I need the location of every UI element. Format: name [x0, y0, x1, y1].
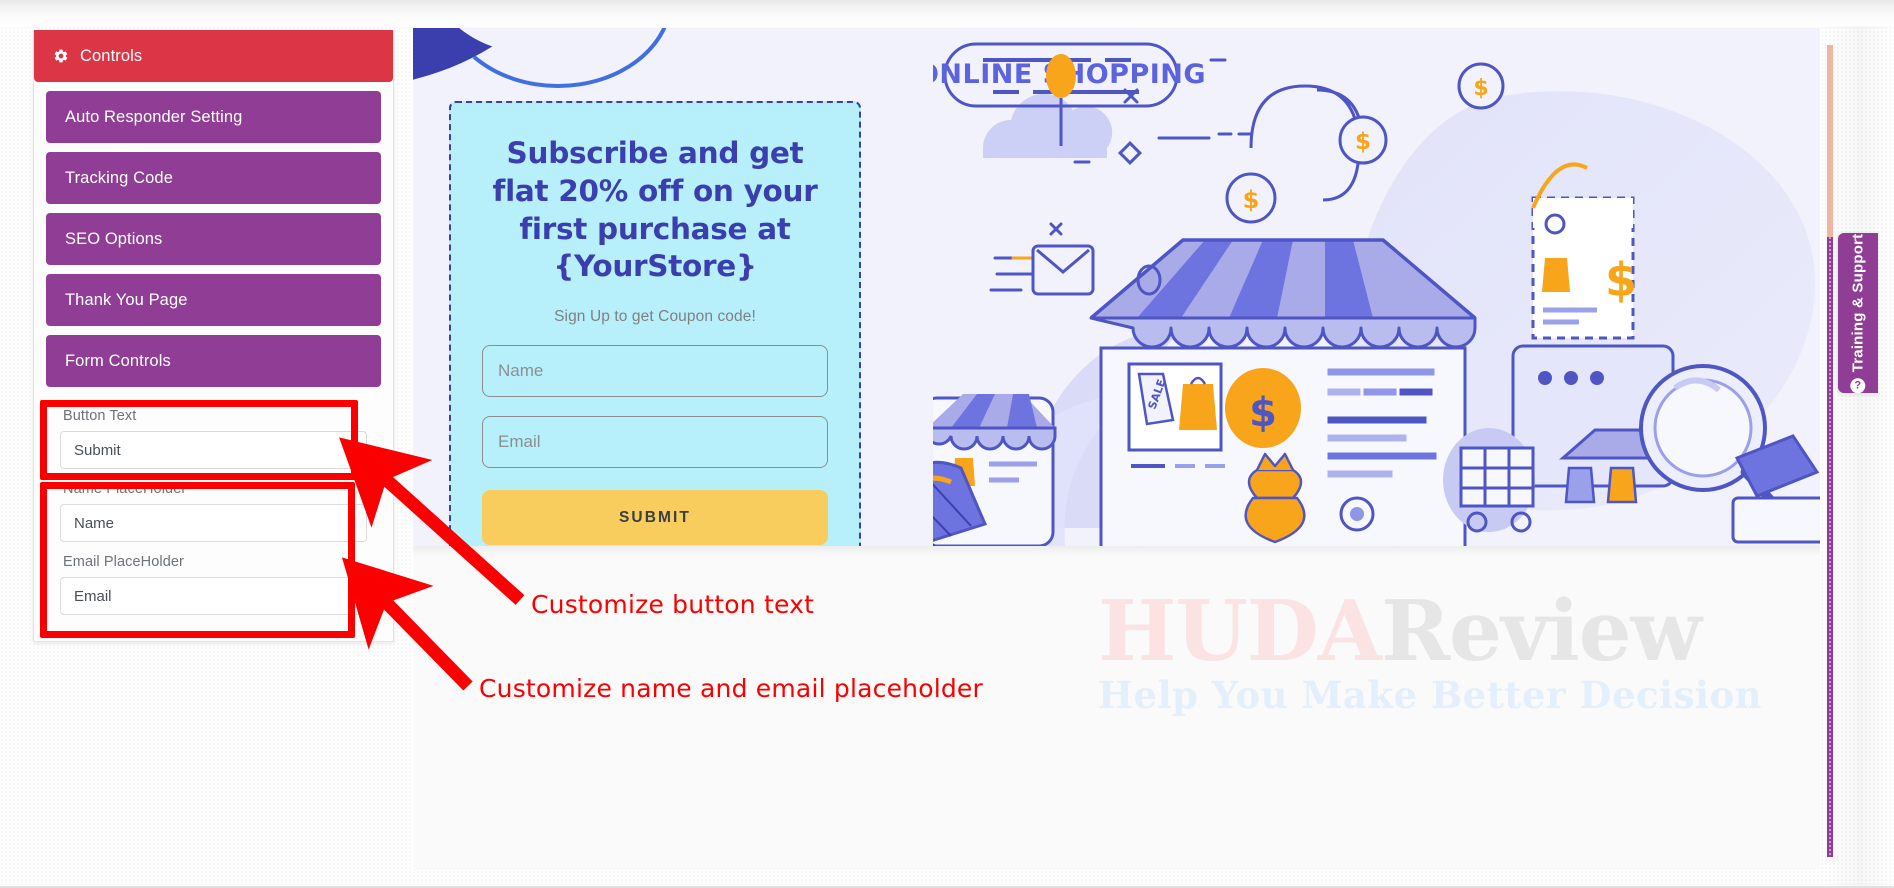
training-support-tab[interactable]: ? Training & Support [1838, 233, 1878, 393]
svg-text:$: $ [1243, 186, 1260, 214]
preview-name-input[interactable]: Name [482, 345, 828, 397]
sidebar-item-thank-you-page[interactable]: Thank You Page [46, 274, 381, 326]
name-placeholder-field-block: Name PlaceHolder Name [46, 469, 381, 542]
sidebar-item-label: Form Controls [65, 351, 171, 370]
subscribe-subtitle: Sign Up to get Coupon code! [554, 308, 756, 325]
sidebar-item-controls[interactable]: Controls [34, 30, 393, 82]
svg-text:$: $ [1473, 76, 1488, 101]
sidebar-item-tracking-code[interactable]: Tracking Code [46, 152, 381, 204]
button-text-field-block: Button Text Submit [46, 396, 381, 469]
svg-text:$: $ [1249, 390, 1277, 436]
sidebar-item-label: SEO Options [65, 229, 163, 248]
preview-canvas: Subscribe and get flat 20% off on your f… [413, 28, 1820, 546]
scrollbar-rail-texture [1829, 237, 1831, 857]
button-text-label: Button Text [63, 408, 137, 424]
question-circle-icon: ? [1850, 377, 1866, 393]
sidebar-item-label: Auto Responder Setting [65, 107, 243, 126]
email-placeholder-input[interactable]: Email [60, 577, 367, 615]
illustration-svg: ONLINE SHOPPING $ $ $ [933, 28, 1820, 546]
page-preview: Subscribe and get flat 20% off on your f… [413, 28, 1820, 870]
sidebar-item-label: Controls [80, 46, 143, 65]
scrollbar-rail-top[interactable] [1827, 45, 1833, 237]
annotation-label-button-text: Customize button text [531, 590, 815, 619]
name-placeholder-input[interactable]: Name [60, 504, 367, 542]
preview-email-input[interactable]: Email [482, 416, 828, 468]
gear-icon [53, 48, 69, 64]
svg-text:$: $ [1605, 253, 1637, 307]
screenshot-root: Controls Auto Responder Setting Tracking… [0, 0, 1894, 888]
sidebar-item-label: Thank You Page [65, 290, 188, 309]
email-placeholder-label: Email PlaceHolder [63, 554, 184, 570]
sidebar-item-form-controls[interactable]: Form Controls [46, 335, 381, 387]
button-text-input[interactable]: Submit [60, 431, 367, 469]
online-shopping-illustration: ONLINE SHOPPING $ $ $ [933, 28, 1820, 546]
sidebar-item-auto-responder-setting[interactable]: Auto Responder Setting [46, 91, 381, 143]
training-support-label: Training & Support [1849, 233, 1867, 372]
controls-sidebar: Controls Auto Responder Setting Tracking… [33, 30, 394, 642]
annotation-label-placeholders: Customize name and email placeholder [479, 674, 983, 703]
sidebar-accordion-list: Auto Responder Setting Tracking Code SEO… [34, 91, 393, 387]
name-placeholder-label: Name PlaceHolder [63, 481, 187, 497]
sidebar-item-seo-options[interactable]: SEO Options [46, 213, 381, 265]
preview-submit-button[interactable]: SUBMIT [482, 490, 828, 545]
subscribe-title: Subscribe and get flat 20% off on your f… [492, 136, 818, 284]
sidebar-item-label: Tracking Code [65, 168, 173, 187]
email-placeholder-field-block: Email PlaceHolder Email [46, 542, 381, 615]
form-controls-panel: Button Text Submit Name PlaceHolder Name… [46, 396, 381, 615]
shopping-cart [1443, 428, 1535, 533]
svg-text:$: $ [1355, 129, 1371, 155]
subscribe-card: Subscribe and get flat 20% off on your f… [449, 101, 861, 546]
training-support-tab-inner: ? Training & Support [1850, 233, 1867, 393]
